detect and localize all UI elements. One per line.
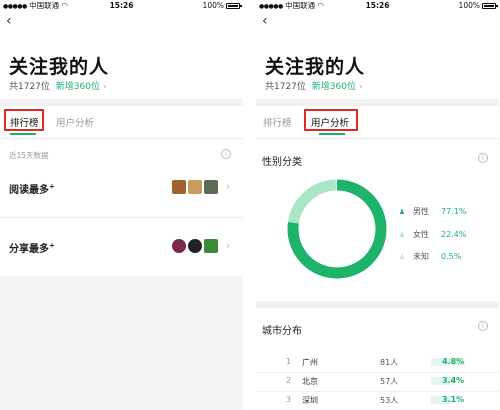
row-divider (0, 217, 243, 218)
highlight-box (4, 109, 44, 131)
chevron-right-icon[interactable]: › (226, 180, 230, 193)
follower-summary: 共1727位 新增360位 › (265, 79, 362, 92)
page-title: 关注我的人 (9, 56, 110, 78)
battery-icon (482, 2, 498, 9)
info-icon[interactable]: i (221, 149, 231, 159)
person-icon: ♟ (398, 207, 406, 216)
article-thumbnail (172, 180, 186, 194)
phone-left-screen: ●●●●● 中国联通 ◠ 15:26 100% ‹ 关注我的人 共1727位 新… (0, 0, 243, 410)
chevron-right-icon: › (102, 82, 107, 92)
total-followers: 共1727位 (9, 82, 50, 92)
city-row: 3 深圳 53人 3.1% (286, 395, 465, 405)
new-followers-link[interactable]: 新增360位 (312, 82, 356, 92)
battery-indicator: 100% (459, 0, 498, 11)
info-icon[interactable]: i (478, 153, 488, 163)
empty-area (0, 276, 243, 410)
city-section-title: 城市分布 (262, 326, 302, 337)
info-icon[interactable]: i (478, 321, 488, 331)
status-bar: ●●●●● 中国联通 ◠ 15:26 100% (256, 0, 499, 11)
most-read-label: 阅读最多+ (9, 182, 55, 196)
follower-summary: 共1727位 新增360位 › (9, 79, 106, 92)
new-followers-link[interactable]: 新增360位 (56, 82, 100, 92)
most-read-thumbnails[interactable] (172, 180, 218, 194)
gender-section-title: 性别分类 (262, 157, 302, 168)
section-separator (256, 301, 499, 308)
back-button[interactable]: ‹ (262, 13, 268, 29)
active-tab-indicator (319, 133, 345, 135)
battery-indicator: 100% (203, 0, 242, 11)
city-row: 1 广州 81人 4.8% (256, 357, 499, 375)
gender-donut-chart (287, 179, 387, 279)
article-thumbnail (188, 239, 202, 253)
article-thumbnail (172, 239, 186, 253)
person-icon: ♟ (398, 230, 406, 239)
battery-icon (226, 2, 242, 9)
tab-divider (256, 138, 499, 139)
total-followers: 共1727位 (265, 82, 306, 92)
tab-divider (0, 138, 243, 139)
article-thumbnail (204, 239, 218, 253)
phone-right-screen: ●●●●● 中国联通 ◠ 15:26 100% ‹ 关注我的人 共1727位 新… (256, 0, 499, 410)
status-bar: ●●●●● 中国联通 ◠ 15:26 100% (0, 0, 243, 11)
date-range-note: 近15天数据 (9, 151, 49, 160)
legend-male: ♟ 男性 77.1% (398, 207, 467, 216)
section-separator (0, 99, 243, 106)
back-button[interactable]: ‹ (6, 13, 12, 29)
tab-user-analysis[interactable]: 用户分析 (56, 115, 94, 129)
page-title: 关注我的人 (265, 56, 366, 78)
most-shared-thumbnails[interactable] (172, 239, 218, 253)
person-icon: ♟ (398, 252, 406, 261)
legend-unknown: ♟ 未知 0.5% (398, 252, 462, 261)
city-row: 2 北京 57人 3.4% (256, 376, 499, 394)
most-shared-label: 分享最多+ (9, 241, 55, 255)
tab-ranking[interactable]: 排行榜 (263, 115, 292, 129)
article-thumbnail (204, 180, 218, 194)
active-tab-indicator (10, 133, 36, 135)
legend-female: ♟ 女性 22.4% (398, 230, 467, 239)
chevron-right-icon[interactable]: › (226, 239, 230, 252)
article-thumbnail (188, 180, 202, 194)
section-separator (256, 99, 499, 106)
chevron-right-icon: › (358, 82, 363, 92)
highlight-box (304, 109, 358, 131)
